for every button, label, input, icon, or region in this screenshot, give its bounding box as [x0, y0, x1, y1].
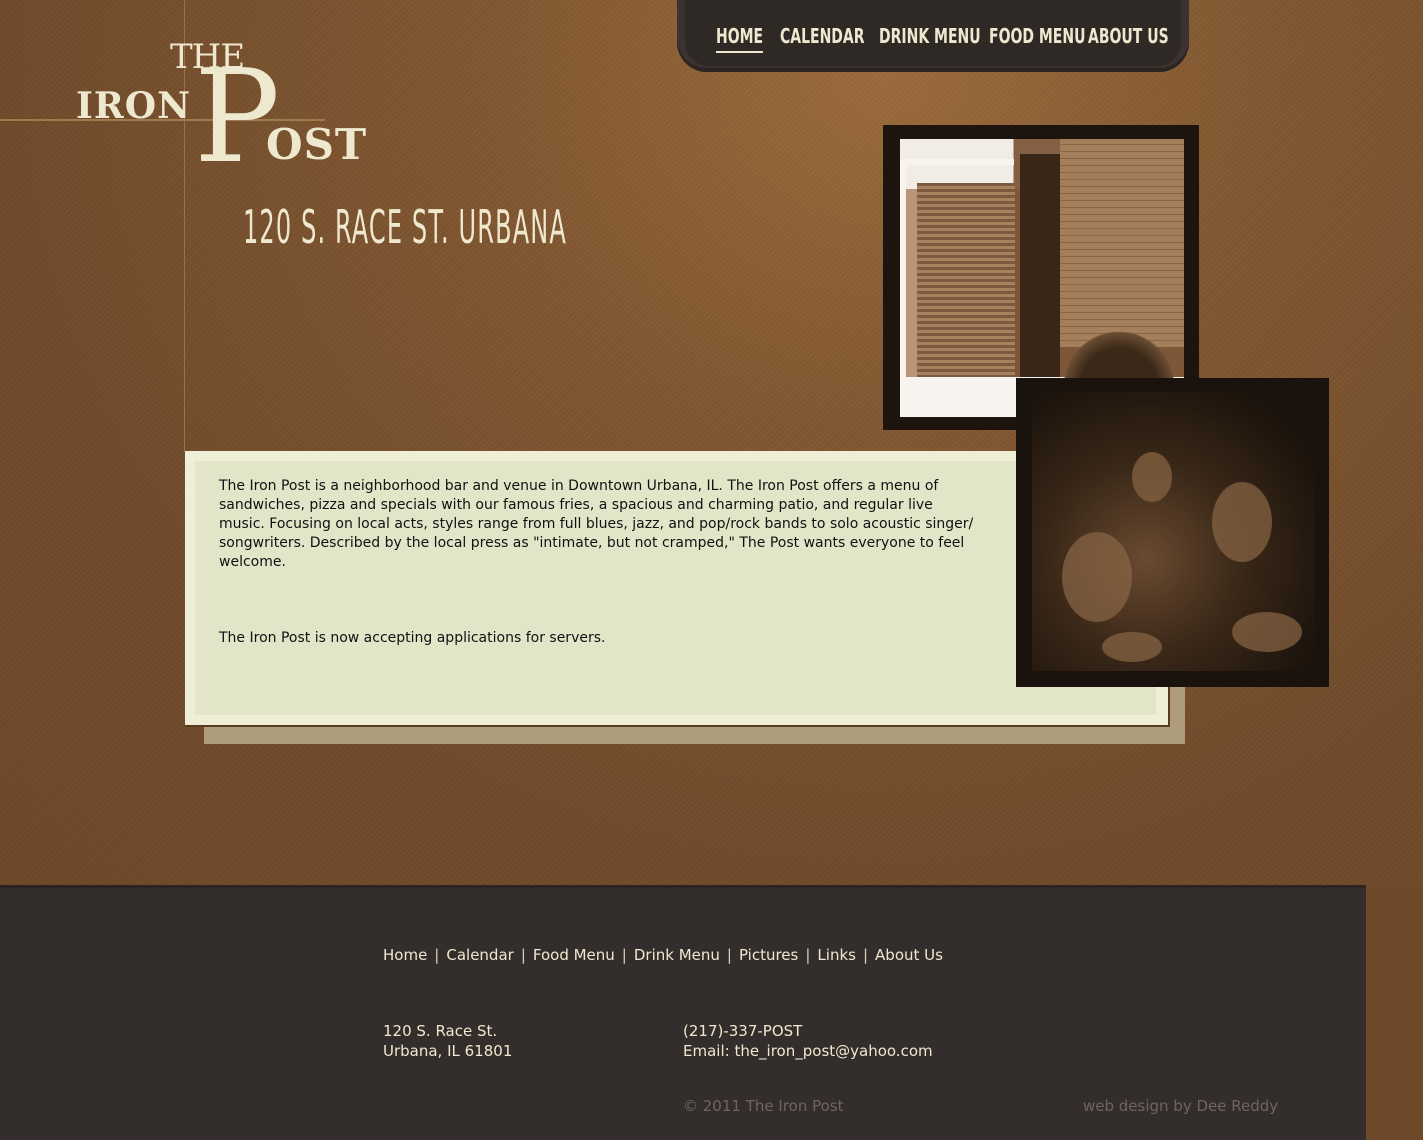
nav-calendar[interactable]: CALENDAR [780, 24, 865, 48]
footer-separator: | [621, 946, 627, 964]
footer-separator: | [726, 946, 732, 964]
footer-address-line1: 120 S. Race St. [383, 1022, 498, 1040]
address-heading: 120 S. RACE ST. URBANA [243, 200, 567, 254]
footer-email[interactable]: Email: the_iron_post@yahoo.com [683, 1041, 933, 1061]
interior-photo [1016, 378, 1329, 687]
footer-separator: | [434, 946, 440, 964]
footer-side-strip [1366, 885, 1423, 1137]
jobs-paragraph: The Iron Post is now accepting applicati… [219, 630, 606, 646]
photo-table [1102, 632, 1162, 662]
photo-door-frame [900, 159, 1014, 411]
footer-separator: | [520, 946, 526, 964]
nav-about-us[interactable]: ABOUT US [1088, 24, 1169, 48]
footer-separator: | [862, 946, 869, 964]
intro-paragraph: The Iron Post is a neighborhood bar and … [219, 478, 974, 570]
photo-iron-post [1020, 154, 1060, 409]
nav-home[interactable]: HOME [716, 24, 764, 53]
interior-photo-image [1032, 392, 1315, 671]
footer-link-about-us[interactable]: About Us [875, 946, 943, 964]
photo-table [1232, 612, 1302, 652]
footer-link-home[interactable]: Home [383, 946, 427, 964]
footer-nav: Home | Calendar | Food Menu | Drink Menu | Pictu… [383, 946, 943, 964]
content-panel-inner: The Iron Post is a neighborhood bar and … [195, 461, 1156, 715]
main-nav: HOME CALENDAR DRINK MENU FOOD MENU ABOUT… [677, 0, 1189, 72]
footer-address: 120 S. Race St. Urbana, IL 61801 [383, 1021, 512, 1061]
footer-link-drink-menu[interactable]: Drink Menu [634, 946, 720, 964]
footer-copyright: © 2011 The Iron Post [683, 1097, 844, 1115]
footer-separator: | [805, 946, 811, 964]
nav-drink-menu[interactable]: DRINK MENU [879, 24, 981, 48]
logo-iron: IRON [76, 85, 192, 127]
storefront-photo-image [900, 139, 1184, 417]
nav-food-menu[interactable]: FOOD MENU [989, 24, 1085, 48]
footer-credit[interactable]: web design by Dee Reddy [1083, 1097, 1278, 1115]
footer-phone: (217)-337-POST [683, 1022, 803, 1040]
site-logo[interactable]: THE IRON P OST [70, 36, 370, 182]
photo-figure [1132, 452, 1172, 502]
photo-bricks [1060, 139, 1184, 347]
logo-ost: OST [266, 120, 368, 169]
footer-link-food-menu[interactable]: Food Menu [533, 946, 615, 964]
photo-figure [1212, 482, 1272, 562]
footer-link-links[interactable]: Links [817, 946, 856, 964]
footer-address-line2: Urbana, IL 61801 [383, 1042, 513, 1060]
footer-contact: (217)-337-POST Email: the_iron_post@yaho… [683, 1021, 933, 1061]
photo-figure [1062, 532, 1132, 622]
footer-link-calendar[interactable]: Calendar [446, 946, 513, 964]
footer-link-pictures[interactable]: Pictures [739, 946, 798, 964]
